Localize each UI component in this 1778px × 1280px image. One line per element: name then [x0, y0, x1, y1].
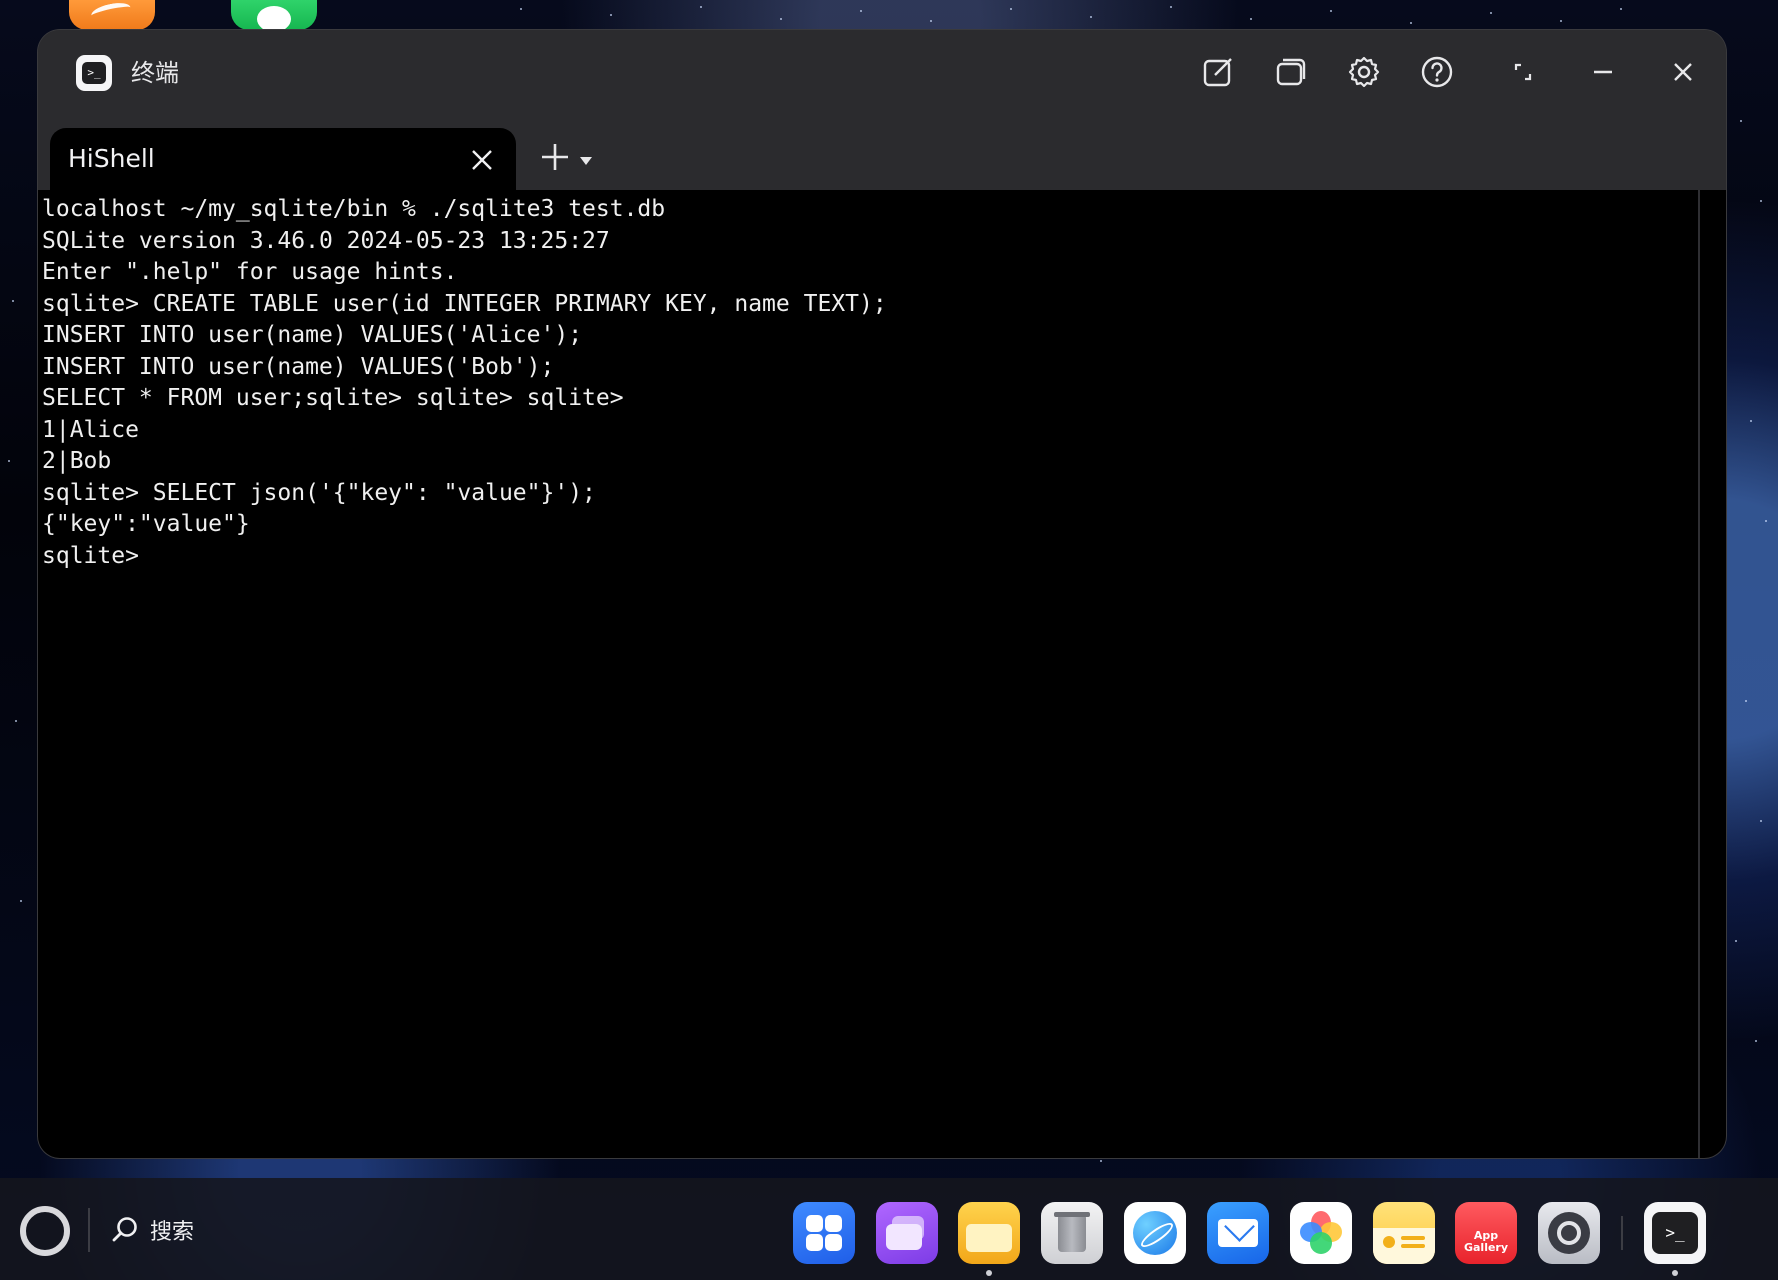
- terminal-line: sqlite> SELECT json('{"key": "value"}');: [42, 479, 596, 506]
- star: [1170, 6, 1172, 8]
- star: [1560, 20, 1562, 22]
- terminal-window: >_ 终端 HiShell localhost ~/my_sqlite/bin …: [38, 30, 1726, 1158]
- star: [780, 18, 782, 20]
- taskbar: 搜索 App Gallery >_: [0, 1178, 1778, 1280]
- star: [1750, 420, 1752, 422]
- settings-icon[interactable]: [1538, 1202, 1600, 1264]
- star: [20, 900, 22, 902]
- star: [1490, 12, 1492, 14]
- terminal-line: sqlite>: [42, 542, 139, 569]
- star: [1755, 1040, 1757, 1042]
- terminal-lines: localhost ~/my_sqlite/bin % ./sqlite3 te…: [42, 194, 887, 572]
- wechat-icon[interactable]: [231, 0, 317, 30]
- star: [1090, 16, 1092, 18]
- tab-hishell[interactable]: HiShell: [50, 128, 516, 192]
- star: [700, 6, 702, 8]
- running-indicator: [986, 1270, 992, 1276]
- star: [1250, 18, 1252, 20]
- terminal-line: localhost ~/my_sqlite/bin % ./sqlite3 te…: [42, 196, 666, 222]
- star: [1735, 940, 1737, 942]
- terminal-dock-icon[interactable]: >_: [1644, 1202, 1706, 1264]
- terminal-output[interactable]: localhost ~/my_sqlite/bin % ./sqlite3 te…: [38, 190, 1698, 1158]
- trash-icon[interactable]: [1041, 1202, 1103, 1264]
- star: [1740, 120, 1742, 122]
- star: [1330, 10, 1332, 12]
- star: [520, 8, 522, 10]
- terminal-icon: >_: [76, 55, 112, 91]
- close-icon[interactable]: [1663, 52, 1703, 92]
- star: [860, 10, 862, 12]
- files-icon[interactable]: [958, 1202, 1020, 1264]
- tab-label: HiShell: [68, 144, 155, 173]
- browser-icon[interactable]: [1124, 1202, 1186, 1264]
- terminal-line: SELECT * FROM user;sqlite> sqlite> sqlit…: [42, 385, 624, 411]
- terminal-line: sqlite> CREATE TABLE user(id INTEGER PRI…: [42, 290, 887, 317]
- terminal-line: INSERT INTO user(name) VALUES('Alice');: [42, 322, 583, 348]
- multitask-icon[interactable]: [876, 1202, 938, 1264]
- terminal-line: Enter ".help" for usage hints.: [42, 259, 458, 285]
- app-gallery-label-2: Gallery: [1463, 1241, 1509, 1254]
- title-bar: >_ 终端: [38, 30, 1726, 114]
- desktop-app-icon[interactable]: [69, 0, 155, 30]
- plus-icon[interactable]: [538, 140, 572, 174]
- notes-icon[interactable]: [1373, 1202, 1435, 1264]
- star: [1745, 700, 1747, 702]
- terminal-line: {"key":"value"}: [42, 511, 250, 537]
- star: [1010, 8, 1012, 10]
- star: [8, 460, 10, 462]
- window-title: 终端: [131, 59, 179, 87]
- scrollbar[interactable]: [1698, 190, 1726, 1158]
- multi-window-icon[interactable]: [1271, 52, 1311, 92]
- terminal-line: SQLite version 3.46.0 2024-05-23 13:25:2…: [42, 227, 610, 254]
- help-icon[interactable]: [1417, 52, 1457, 92]
- star: [1410, 22, 1412, 24]
- mail-icon[interactable]: [1207, 1202, 1269, 1264]
- app-gallery-icon[interactable]: App Gallery: [1455, 1202, 1517, 1264]
- running-indicator: [1672, 1270, 1678, 1276]
- taskbar-divider: [88, 1208, 90, 1252]
- gear-icon[interactable]: [1344, 52, 1384, 92]
- dock-divider: [1621, 1216, 1623, 1250]
- terminal-line: 1|Alice: [42, 416, 139, 443]
- terminal-line: INSERT INTO user(name) VALUES('Bob');: [42, 353, 555, 380]
- tab-close-icon[interactable]: [468, 146, 496, 174]
- app-launcher-icon[interactable]: [793, 1202, 855, 1264]
- start-button[interactable]: [20, 1206, 70, 1256]
- star: [1100, 1160, 1102, 1162]
- terminal-line: 2|Bob: [42, 448, 112, 474]
- star: [1765, 520, 1767, 522]
- star: [1760, 820, 1762, 822]
- star: [930, 20, 932, 22]
- star: [1760, 200, 1762, 202]
- star: [12, 300, 14, 302]
- star: [15, 720, 17, 722]
- search-icon: [112, 1217, 137, 1242]
- new-window-icon[interactable]: [1198, 52, 1238, 92]
- search-label: 搜索: [150, 1220, 195, 1245]
- minimize-icon[interactable]: [1583, 52, 1623, 92]
- photos-icon[interactable]: [1290, 1202, 1352, 1264]
- star: [1620, 8, 1622, 10]
- chevron-down-icon[interactable]: [578, 152, 594, 165]
- restore-icon[interactable]: [1503, 52, 1543, 92]
- search-button[interactable]: 搜索: [110, 1210, 194, 1250]
- star: [610, 14, 612, 16]
